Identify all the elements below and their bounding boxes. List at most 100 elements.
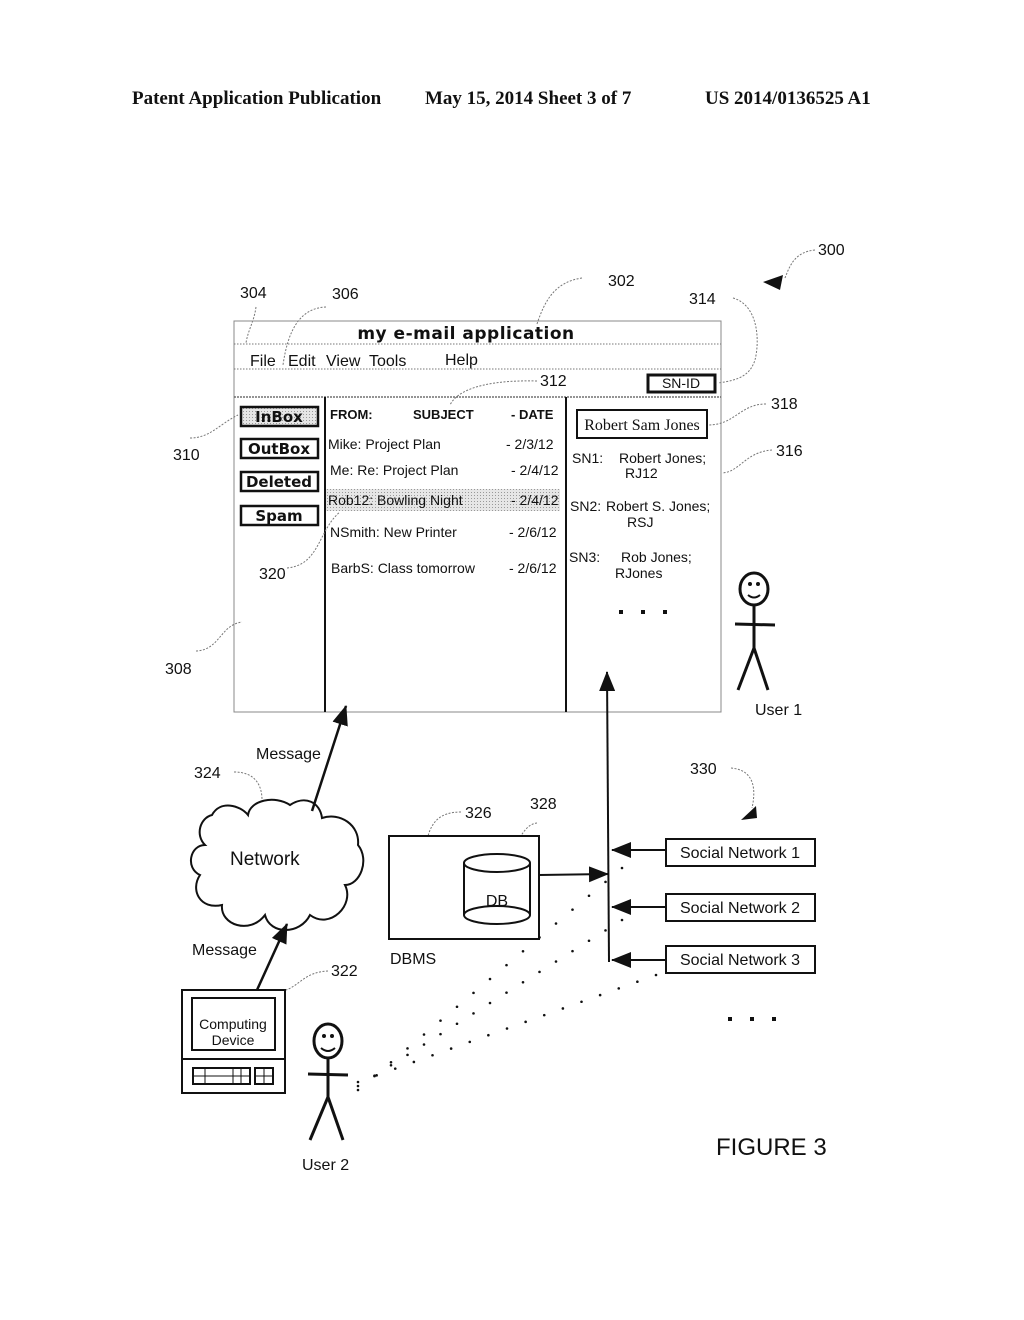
social-network-ellipsis: [728, 1017, 776, 1021]
association-dot: [375, 1074, 378, 1077]
association-dot: [580, 1000, 583, 1004]
leader-308: [195, 621, 243, 652]
association-dot: [587, 939, 591, 943]
menu-file[interactable]: File: [250, 353, 276, 370]
message-row[interactable]: NSmith: New Printer - 2/6/12: [330, 524, 557, 540]
message-date[interactable]: - 2/3/12: [506, 436, 554, 452]
network-label: Network: [230, 849, 300, 870]
sn-entry-1: SN1: Robert Jones; RJ12: [572, 450, 706, 481]
social-network-1-box: Social Network 1: [665, 838, 816, 867]
svg-text:SN2:: SN2:: [570, 498, 601, 514]
svg-text:RJones: RJones: [615, 565, 662, 581]
column-subject[interactable]: SUBJECT: [413, 407, 474, 422]
computing-device-label-line2: Device: [212, 1032, 255, 1048]
leader-322: [285, 970, 329, 991]
computing-device-label-line1: Computing: [199, 1016, 267, 1032]
db-label: DB: [486, 893, 508, 910]
association-dot: [587, 894, 591, 898]
sn-ellipsis: [619, 610, 667, 614]
association-dot: [472, 1012, 475, 1015]
folder-inbox-label[interactable]: InBox: [255, 408, 303, 426]
association-dot: [620, 918, 624, 922]
association-dot: [604, 880, 607, 884]
arrowhead-300: [763, 275, 783, 290]
association-dot: [439, 1032, 442, 1036]
svg-text:RJ12: RJ12: [625, 465, 658, 481]
menu-view[interactable]: View: [326, 353, 361, 370]
leader-304: [245, 306, 257, 344]
message-text[interactable]: BarbS: Class tomorrow: [331, 560, 476, 576]
app-title: my e-mail application: [357, 324, 574, 344]
message-row[interactable]: Mike: Project Plan - 2/3/12: [328, 436, 554, 452]
sn-entry-3: SN3: Rob Jones; RJones: [569, 549, 692, 581]
sn-entry-2: SN2: Robert S. Jones; RSJ: [570, 498, 710, 530]
message-text[interactable]: NSmith: New Printer: [330, 524, 457, 540]
dbms-label: DBMS: [390, 951, 436, 968]
user1-label: User 1: [755, 702, 802, 719]
association-dot: [468, 1040, 472, 1044]
folder-deleted-button[interactable]: Deleted: [239, 470, 320, 493]
leader-310: [189, 414, 239, 439]
message-date[interactable]: - 2/4/12: [511, 462, 559, 478]
message-row-selected[interactable]: Rob12: Bowling Night - 2/4/12: [326, 489, 560, 511]
association-dot: [620, 866, 624, 870]
leader-312: [449, 380, 538, 406]
association-dot: [487, 1033, 490, 1037]
association-dot: [356, 1080, 360, 1084]
column-date[interactable]: - DATE: [511, 407, 554, 422]
ref-308: 308: [165, 661, 192, 678]
association-dot: [422, 1043, 426, 1046]
association-dot: [521, 949, 525, 953]
association-dot: [505, 991, 508, 994]
folder-spam-label[interactable]: Spam: [255, 507, 302, 525]
message-text[interactable]: Mike: Project Plan: [328, 436, 441, 452]
association-dot: [554, 922, 558, 925]
folder-outbox-label[interactable]: OutBox: [248, 440, 310, 458]
message-date[interactable]: - 2/6/12: [509, 524, 557, 540]
message-text[interactable]: Rob12: Bowling Night: [328, 492, 463, 508]
column-from[interactable]: FROM:: [330, 407, 373, 422]
svg-text:RSJ: RSJ: [627, 514, 653, 530]
ref-318: 318: [771, 396, 798, 413]
svg-text:SN1:: SN1:: [572, 450, 603, 466]
association-dot: [561, 1007, 565, 1010]
sn-id-button[interactable]: SN-ID: [646, 373, 717, 394]
menu-tools[interactable]: Tools: [369, 353, 406, 370]
message-text[interactable]: Me: Re: Project Plan: [330, 462, 458, 478]
email-app-window: my e-mail application File Edit View Too…: [233, 320, 722, 713]
folder-outbox-button[interactable]: OutBox: [239, 437, 320, 460]
folder-spam-button[interactable]: Spam: [239, 504, 320, 527]
arrowhead-330: [741, 806, 757, 820]
message-row[interactable]: Me: Re: Project Plan - 2/4/12: [330, 462, 559, 478]
menu-help[interactable]: Help: [445, 352, 478, 369]
sn-id-button-label[interactable]: SN-ID: [662, 375, 700, 391]
association-dot: [422, 1033, 426, 1036]
leader-300: [784, 249, 816, 279]
ref-330: 330: [690, 761, 717, 778]
message-date[interactable]: - 2/4/12: [511, 492, 559, 508]
association-dot: [554, 960, 558, 963]
message-date[interactable]: - 2/6/12: [509, 560, 557, 576]
user2-label: User 2: [302, 1157, 349, 1174]
figure-caption: FIGURE 3: [716, 1134, 827, 1161]
leader-314: [717, 297, 758, 384]
association-dot: [406, 1047, 409, 1050]
leader-330: [730, 767, 755, 809]
association-dot: [431, 1053, 434, 1057]
menu-edit[interactable]: Edit: [288, 353, 316, 370]
svg-text:Social Network 1: Social Network 1: [680, 845, 800, 862]
association-dot: [538, 970, 541, 974]
association-dot: [389, 1060, 393, 1064]
svg-text:Social Network 2: Social Network 2: [680, 900, 800, 917]
social-network-2-box: Social Network 2: [665, 893, 816, 922]
message-row[interactable]: BarbS: Class tomorrow - 2/6/12: [331, 560, 557, 576]
svg-text:Robert S. Jones;: Robert S. Jones;: [606, 498, 710, 514]
ref-300: 300: [818, 242, 845, 259]
folder-inbox-button[interactable]: InBox: [239, 405, 320, 428]
leader-326: [427, 811, 462, 837]
folder-deleted-label[interactable]: Deleted: [246, 473, 312, 491]
contact-pane: Robert Sam Jones SN1: Robert Jones; RJ12…: [569, 409, 710, 614]
association-dot: [542, 1013, 546, 1017]
ref-324: 324: [194, 765, 221, 782]
leader-324: [233, 771, 263, 801]
